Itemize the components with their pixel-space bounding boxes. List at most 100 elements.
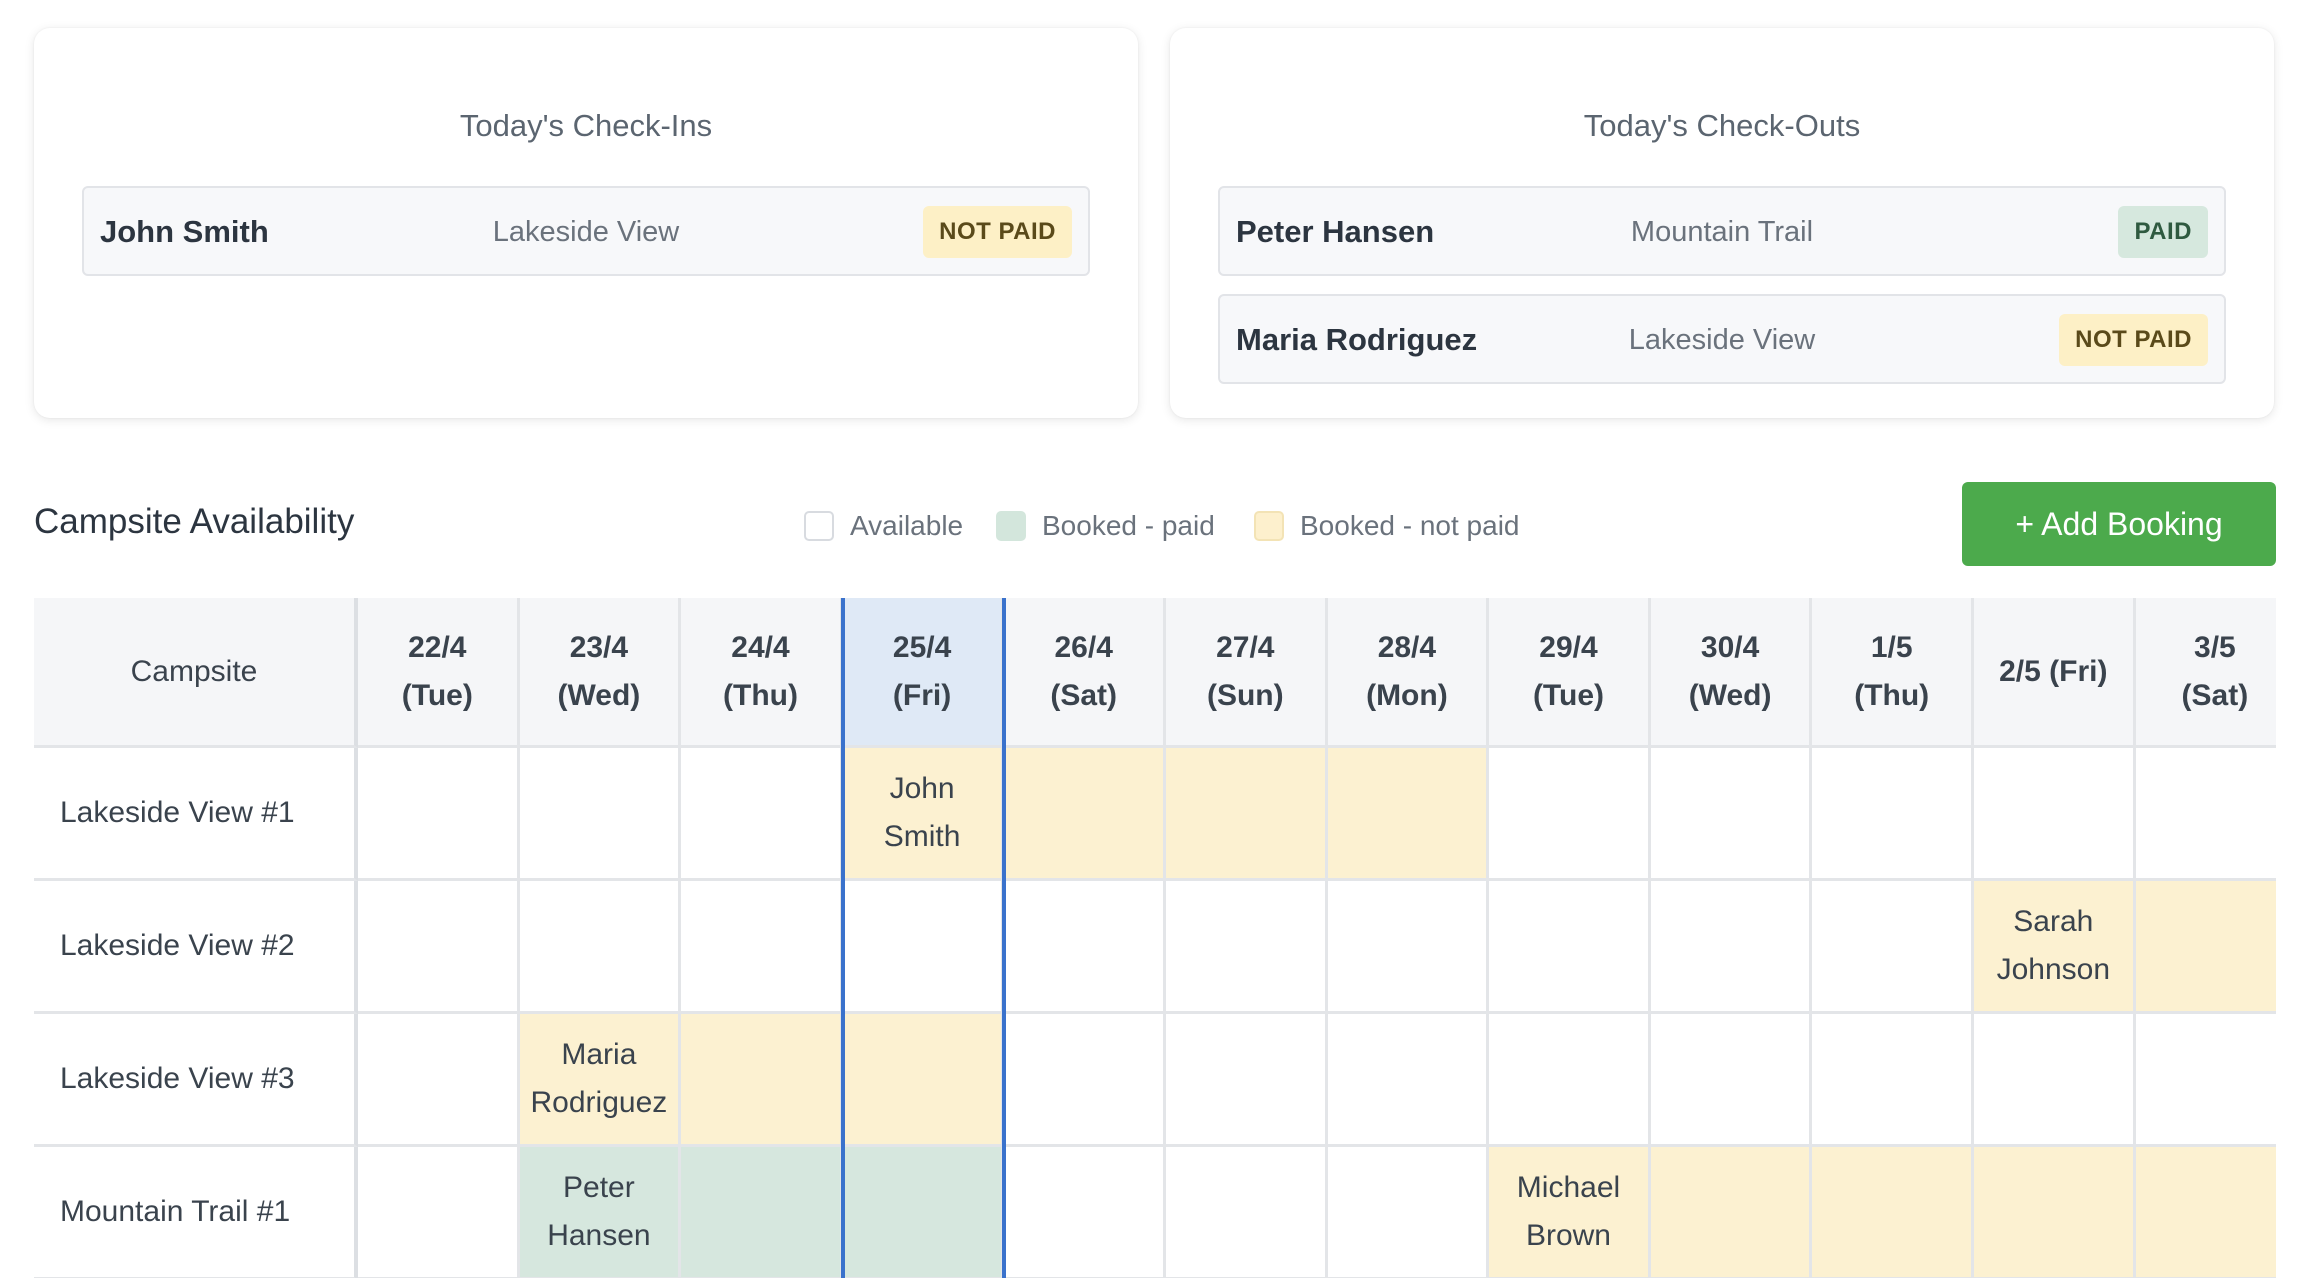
today-column-marker xyxy=(1002,598,1007,1278)
booking-cell-paid[interactable]: Peter Hansen xyxy=(519,1147,682,1278)
available-cell[interactable] xyxy=(519,748,682,881)
checkout-entry[interactable]: Maria Rodriguez Lakeside View NOT PAID xyxy=(1218,294,2226,384)
booking-cell-unpaid[interactable] xyxy=(2135,1147,2276,1278)
legend-swatch-paid xyxy=(996,510,1026,541)
legend-label-unpaid: Booked - not paid xyxy=(1300,510,1520,541)
date-header-label: 28/4 (Mon) xyxy=(1366,624,1448,720)
checkin-entry[interactable]: John Smith Lakeside View NOT PAID xyxy=(82,186,1090,276)
date-header: 30/4 (Wed) xyxy=(1650,598,1813,748)
available-cell[interactable] xyxy=(1650,881,1813,1014)
date-header: 1/5 (Thu) xyxy=(1812,598,1974,748)
date-header-text: 1/5 xyxy=(1870,630,1913,664)
date-header: 23/4 (Wed) xyxy=(519,598,682,748)
booking-guest-name-line: Brown xyxy=(1525,1219,1611,1252)
legend-item-paid: Booked - paid xyxy=(996,508,1215,544)
booking-cell-unpaid[interactable]: Sarah Johnson xyxy=(1974,881,2136,1014)
booking-guest-name-line: Sarah xyxy=(2013,905,2094,938)
date-header-text: 22/4 xyxy=(408,630,467,664)
available-cell[interactable] xyxy=(1004,1014,1166,1147)
date-header-weekday: (Sat) xyxy=(2181,678,2249,712)
booking-guest-name-line: Michael xyxy=(1516,1171,1621,1204)
booking-cell-unpaid[interactable]: Michael Brown xyxy=(1489,1147,1651,1278)
available-cell[interactable] xyxy=(358,1147,520,1278)
date-header: 29/4 (Tue) xyxy=(1489,598,1651,748)
booking-cell-unpaid[interactable] xyxy=(842,1014,1005,1147)
available-cell[interactable] xyxy=(1489,748,1651,881)
available-cell[interactable] xyxy=(358,1014,520,1147)
campsite-name: Lakeside View #2 xyxy=(34,881,358,1014)
available-cell[interactable] xyxy=(1166,1147,1328,1278)
date-header-text: 24/4 xyxy=(731,630,790,664)
date-header-text: 30/4 xyxy=(1700,630,1760,664)
date-header-text: 28/4 xyxy=(1377,630,1437,664)
date-header-label: 23/4 (Wed) xyxy=(558,624,641,720)
booking-guest-label: Sarah Johnson xyxy=(1997,898,2110,994)
legend-label-available: Available xyxy=(850,510,964,541)
available-cell[interactable] xyxy=(1812,1014,1974,1147)
booking-cell-unpaid[interactable] xyxy=(1650,1147,1813,1278)
available-cell[interactable] xyxy=(519,881,682,1014)
available-cell[interactable] xyxy=(1650,1014,1813,1147)
campsite-column-header: Campsite xyxy=(34,598,358,748)
available-cell[interactable] xyxy=(1812,881,1974,1014)
available-cell[interactable] xyxy=(1166,881,1328,1014)
campsite-name: Mountain Trail #1 xyxy=(34,1147,358,1278)
available-cell[interactable] xyxy=(681,748,843,881)
available-cell[interactable] xyxy=(1812,748,1974,881)
available-cell[interactable] xyxy=(1650,748,1813,881)
available-cell[interactable] xyxy=(1974,1014,2136,1147)
date-header-text: 26/4 xyxy=(1054,630,1113,664)
available-cell[interactable] xyxy=(1327,881,1490,1014)
date-header: 25/4 (Fri) xyxy=(842,598,1005,748)
booking-cell-unpaid[interactable] xyxy=(681,1014,843,1147)
date-header: 2/5 (Fri) xyxy=(1974,598,2136,748)
checkout-entry[interactable]: Peter Hansen Mountain Trail PAID xyxy=(1218,186,2226,276)
available-cell[interactable] xyxy=(1489,1014,1651,1147)
booking-guest-label: John Smith xyxy=(884,765,961,861)
available-cell[interactable] xyxy=(1489,881,1651,1014)
available-cell[interactable] xyxy=(358,881,520,1014)
booking-cell-unpaid[interactable] xyxy=(1974,1147,2136,1278)
booking-cell-unpaid[interactable] xyxy=(1327,748,1490,881)
available-cell[interactable] xyxy=(1327,1147,1490,1278)
date-header-label: 2/5 (Fri) xyxy=(1999,648,2107,696)
booking-guest-name-line: John xyxy=(889,772,955,805)
booking-cell-unpaid[interactable] xyxy=(2135,881,2276,1014)
booking-cell-paid[interactable] xyxy=(681,1147,843,1278)
payment-status-badge: NOT PAID xyxy=(923,206,1072,258)
add-booking-button[interactable]: + Add Booking xyxy=(1962,482,2276,566)
date-header-weekday: (Mon) xyxy=(1366,678,1448,712)
booking-guest-name-line: Smith xyxy=(883,820,961,853)
available-cell[interactable] xyxy=(1004,1147,1166,1278)
date-header-label: 30/4 (Wed) xyxy=(1689,624,1772,720)
booking-cell-unpaid[interactable] xyxy=(1166,748,1328,881)
date-header-weekday: (Wed) xyxy=(1688,678,1772,712)
available-cell[interactable] xyxy=(1166,1014,1328,1147)
checkouts-card: Today's Check-Outs Peter Hansen Mountain … xyxy=(1170,28,2274,418)
available-cell[interactable] xyxy=(1327,1014,1490,1147)
legend-item-available: Available xyxy=(804,508,963,544)
date-header-weekday: (Sun) xyxy=(1206,678,1284,712)
legend-label-paid: Booked - paid xyxy=(1042,510,1215,541)
available-cell[interactable] xyxy=(842,881,1005,1014)
availability-grid: Campsite 22/4 (Tue) 23/4 (Wed) 24/4 (Thu) 25/4 (… xyxy=(34,598,2276,1278)
available-cell[interactable] xyxy=(681,881,843,1014)
payment-status-badge: NOT PAID xyxy=(2059,314,2208,366)
booking-guest-name-line: Johnson xyxy=(1996,953,2111,986)
available-cell[interactable] xyxy=(1004,881,1166,1014)
booking-cell-unpaid[interactable] xyxy=(1004,748,1166,881)
booking-guest-label: Michael Brown xyxy=(1517,1164,1620,1260)
booking-cell-unpaid[interactable] xyxy=(1812,1147,1974,1278)
available-cell[interactable] xyxy=(2135,1014,2276,1147)
date-header-label: 24/4 (Thu) xyxy=(723,624,798,720)
booking-cell-unpaid[interactable]: John Smith xyxy=(842,748,1005,881)
date-header-text: 29/4 xyxy=(1539,630,1598,664)
booking-guest-label: Peter Hansen xyxy=(547,1164,650,1260)
date-header-label: 22/4 (Tue) xyxy=(402,624,473,720)
available-cell[interactable] xyxy=(2135,748,2276,881)
available-cell[interactable] xyxy=(358,748,520,881)
booking-cell-paid[interactable] xyxy=(842,1147,1005,1278)
booking-cell-unpaid[interactable]: Maria Rodriguez xyxy=(519,1014,682,1147)
available-cell[interactable] xyxy=(1974,748,2136,881)
booking-guest-name-line: Maria xyxy=(561,1038,637,1071)
